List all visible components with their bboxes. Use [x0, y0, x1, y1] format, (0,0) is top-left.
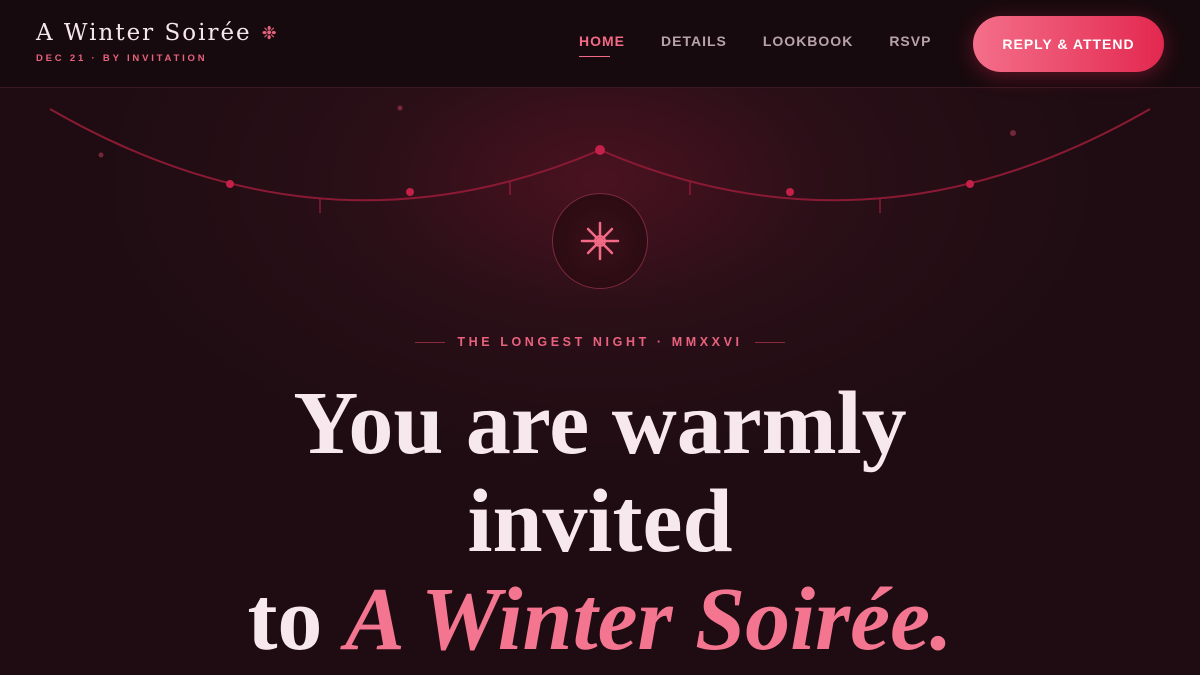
- nav-item-home[interactable]: HOME: [579, 33, 625, 57]
- snowflake-emblem: [552, 193, 648, 289]
- brand-title: A Winter Soirée: [36, 20, 252, 46]
- headline-line-2: invited: [467, 472, 733, 571]
- brand-subtitle: DEC 21 · BY INVITATION: [36, 53, 208, 64]
- main-nav: HOME DETAILS LOOKBOOK RSVP: [579, 33, 931, 57]
- headline-emphasis: A Winter Soirée.: [344, 570, 953, 669]
- brand-title-row: A Winter Soirée ❉: [36, 20, 279, 46]
- snowflake-icon: [580, 221, 620, 261]
- nav-item-rsvp[interactable]: RSVP: [889, 33, 931, 49]
- top-navigation-bar: A Winter Soirée ❉ DEC 21 · BY INVITATION…: [0, 0, 1200, 88]
- headline-prefix: to: [247, 570, 323, 669]
- eyebrow-rule-right: [754, 342, 785, 344]
- snowflake-icon: ❉: [261, 22, 279, 44]
- nav-item-lookbook[interactable]: LOOKBOOK: [763, 33, 853, 49]
- nav-item-details[interactable]: DETAILS: [661, 33, 727, 49]
- brand[interactable]: A Winter Soirée ❉ DEC 21 · BY INVITATION: [36, 20, 279, 64]
- headline-line-3: to A Winter Soirée.: [0, 571, 1200, 669]
- eyebrow-rule-left: [415, 342, 446, 344]
- eyebrow-text: THE LONGEST NIGHT · MMXXVI: [457, 335, 743, 349]
- hero-eyebrow: THE LONGEST NIGHT · MMXXVI: [0, 335, 1200, 349]
- hero-headline: You are warmly invited to A Winter Soiré…: [0, 375, 1200, 669]
- reply-attend-button[interactable]: REPLY & ATTEND: [973, 16, 1164, 72]
- headline-line-1: You are warmly: [293, 374, 907, 473]
